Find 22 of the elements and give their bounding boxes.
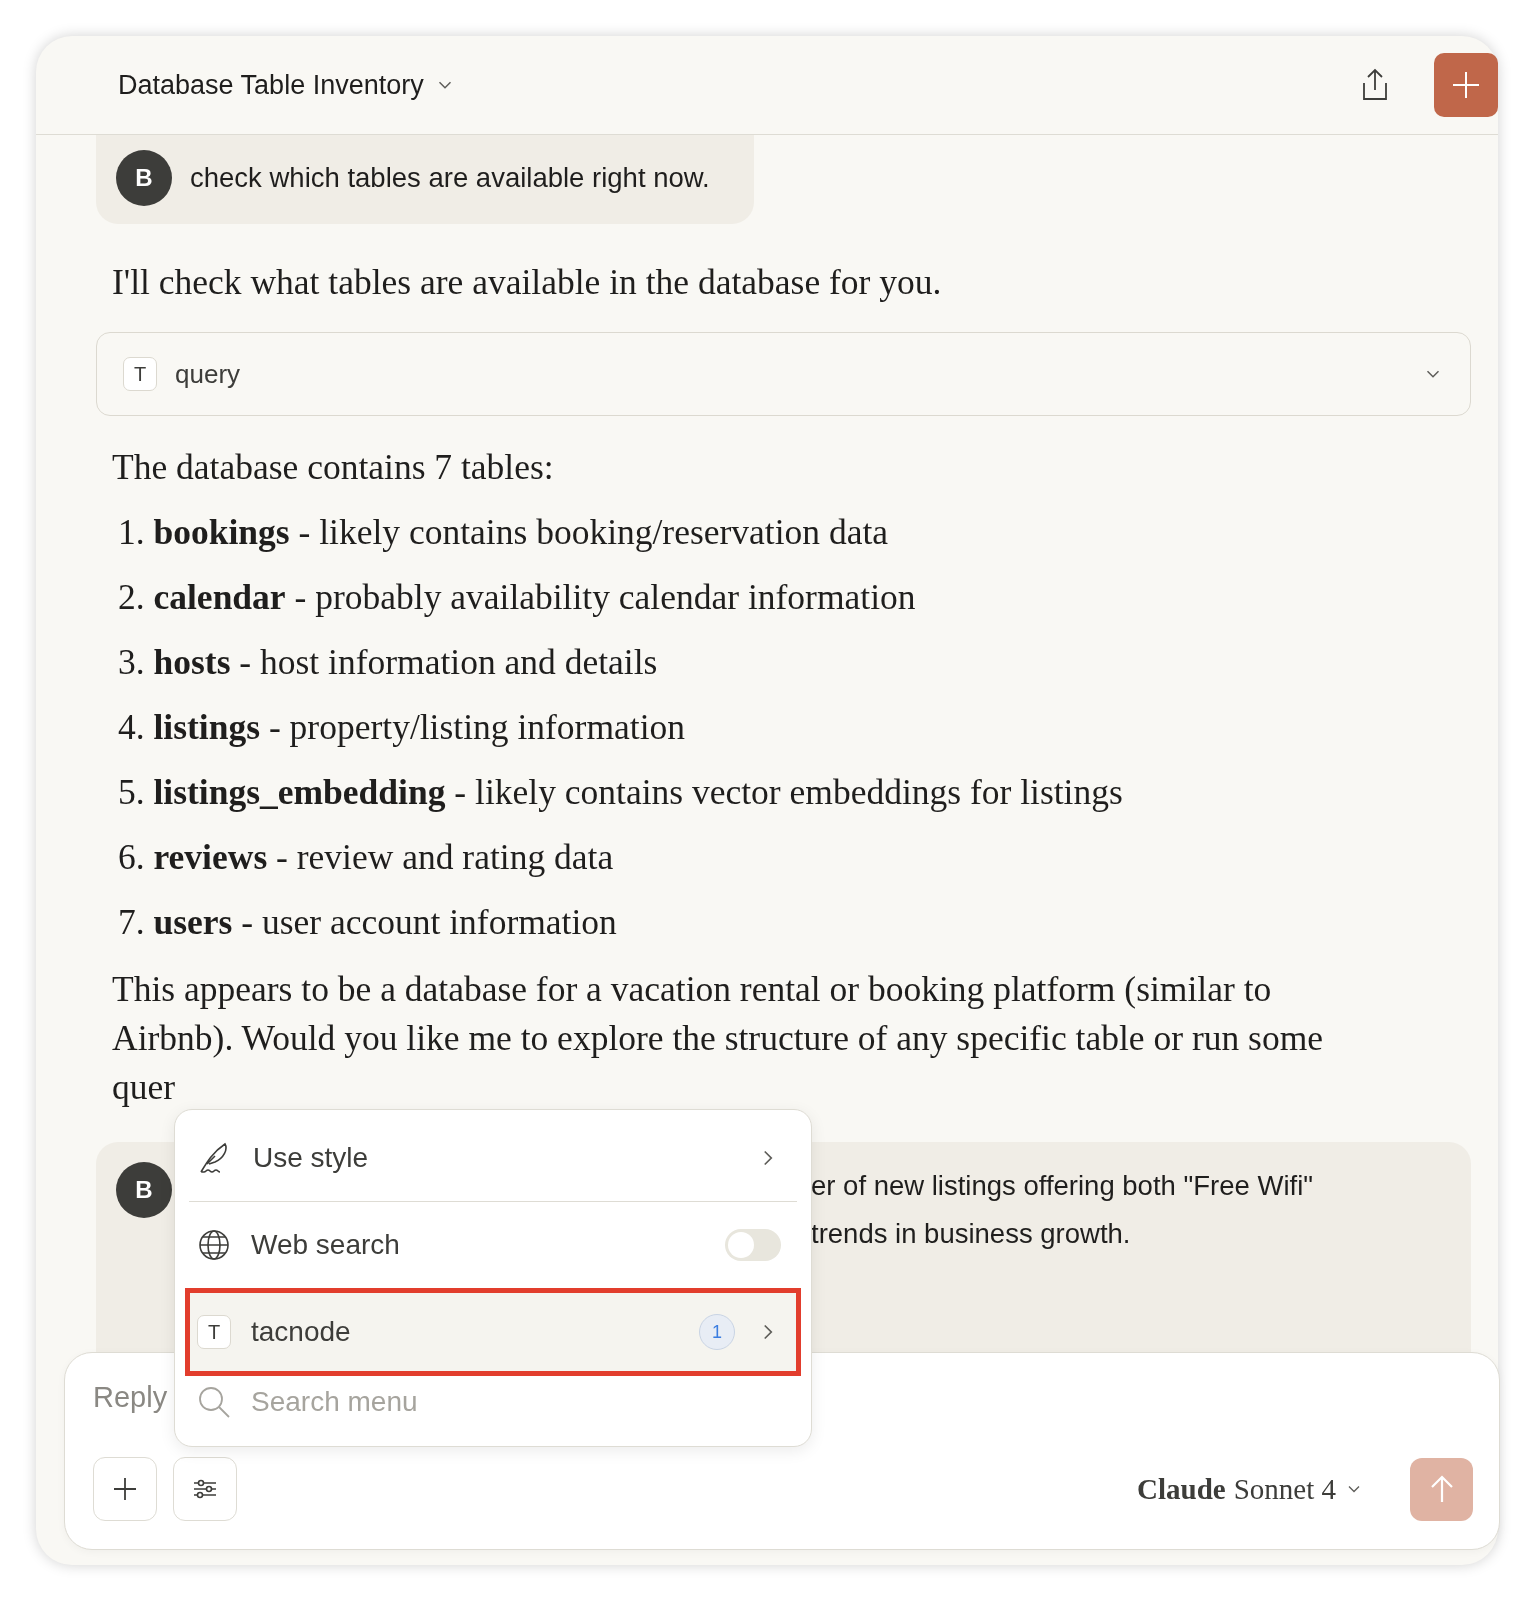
list-item: 3. hosts - host information and details	[118, 641, 659, 683]
list-item: 6. reviews - review and rating data	[118, 836, 615, 878]
assistant-message: I'll check what tables are available in the database for you.	[112, 262, 943, 302]
tool-name: query	[175, 358, 242, 390]
user-message: check which tables are available right now.	[190, 161, 710, 195]
list-item: 4. listings - property/listing information	[118, 706, 686, 748]
tool-icon: T	[123, 357, 157, 391]
user-avatar: B	[116, 150, 172, 206]
user-message: er of new listings offering both "Free Wifi"	[811, 1169, 1313, 1203]
list-item: 1. bookings - likely contains booking/reservation data	[118, 511, 890, 553]
user-message: trends in business growth.	[811, 1217, 1132, 1251]
menu-item-label: tacnode	[251, 1316, 352, 1348]
count-badge: 1	[699, 1314, 735, 1350]
assistant-message: This appears to be a database for a vacation rental or booking platform (similar to Airbnb). Would you like me to explore the structure of any specific table or run some quer	[112, 968, 1325, 1109]
menu-item-label: Use style	[253, 1142, 370, 1174]
list-item: 5. listings_embedding - likely contains vector embeddings for listings	[118, 771, 1124, 813]
list-item: 7. users - user account information	[118, 901, 618, 943]
assistant-message: The database contains 7 tables:	[112, 446, 555, 488]
user-avatar: B	[116, 1162, 172, 1218]
list-item: 2. calendar - probably availability calendar information	[118, 576, 917, 618]
tool-icon: T	[197, 1315, 231, 1349]
menu-item-label: Web search	[251, 1229, 401, 1261]
